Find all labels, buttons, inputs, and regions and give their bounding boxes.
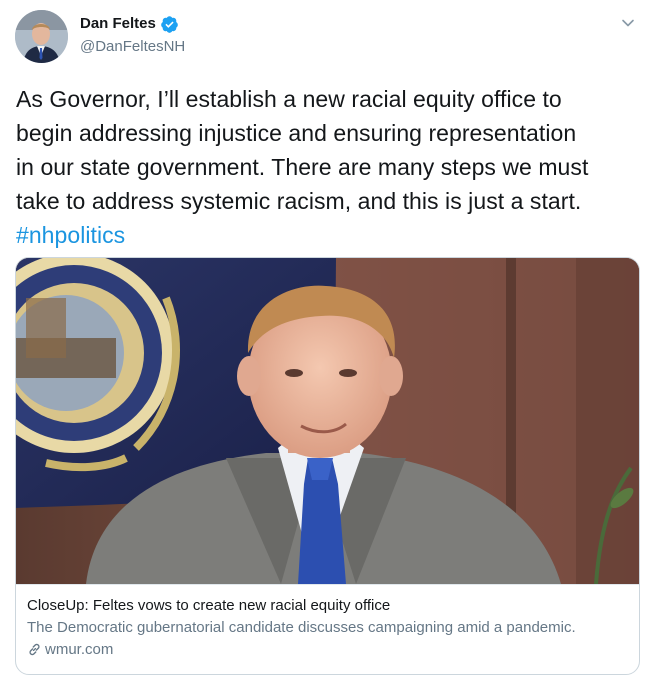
hashtag-link[interactable]: #nhpolitics: [16, 222, 125, 248]
author-name-text[interactable]: Dan Feltes: [80, 14, 156, 34]
card-body[interactable]: CloseUp: Feltes vows to create new racia…: [16, 584, 639, 674]
tweet-text: As Governor, I’ll establish a new racial…: [16, 82, 646, 252]
link-card[interactable]: CloseUp: Feltes vows to create new racia…: [15, 257, 640, 675]
link-icon: [27, 642, 42, 657]
tweet-body: As Governor, I’ll establish a new racial…: [16, 86, 589, 214]
author-name[interactable]: Dan Feltes: [80, 14, 179, 34]
card-domain-text[interactable]: wmur.com: [45, 639, 113, 660]
avatar[interactable]: [15, 10, 68, 63]
card-image[interactable]: [16, 258, 639, 584]
card-domain[interactable]: wmur.com: [27, 639, 628, 660]
verified-badge-icon: [160, 15, 179, 34]
chevron-down-icon[interactable]: [617, 12, 639, 34]
card-description: The Democratic gubernatorial candidate d…: [27, 619, 576, 636]
card-title[interactable]: CloseUp: Feltes vows to create new racia…: [27, 595, 628, 616]
author-handle[interactable]: @DanFeltesNH: [80, 37, 185, 57]
